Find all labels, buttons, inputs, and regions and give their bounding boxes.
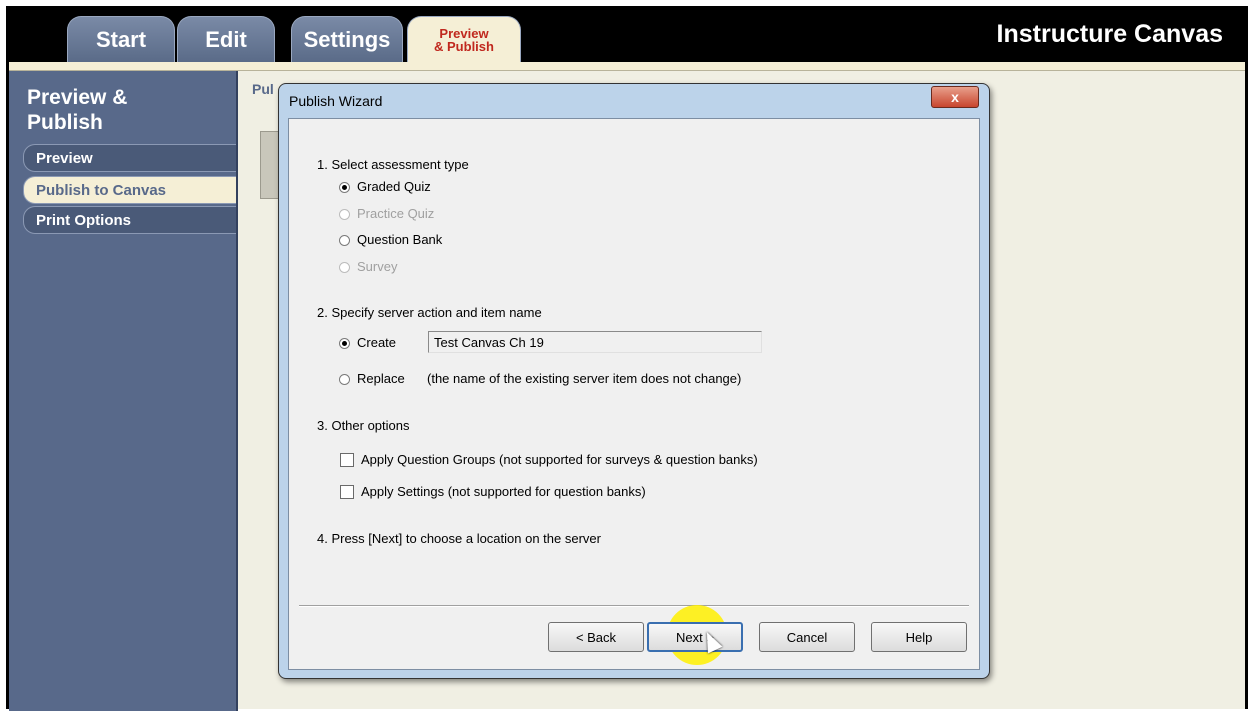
section1-heading: 1. Select assessment type: [317, 157, 469, 172]
section2-heading: 2. Specify server action and item name: [317, 305, 542, 320]
section3-heading: 3. Other options: [317, 418, 410, 433]
tab-preview-publish-line2: & Publish: [434, 38, 494, 54]
question-bank-radio[interactable]: [339, 235, 350, 246]
apply-question-groups-checkbox[interactable]: [340, 453, 354, 467]
publish-wizard-dialog: Publish Wizard x 1. Select assessment ty…: [278, 83, 990, 679]
apply-settings-label[interactable]: Apply Settings (not supported for questi…: [361, 484, 646, 499]
button-separator: [299, 605, 969, 607]
app-brand: Instructure Canvas: [996, 20, 1223, 48]
survey-label[interactable]: Survey: [357, 259, 397, 274]
tab-start[interactable]: Start: [67, 16, 175, 62]
close-button[interactable]: x: [931, 86, 979, 108]
question-bank-label[interactable]: Question Bank: [357, 232, 442, 247]
sidebar-item-preview[interactable]: Preview: [23, 144, 236, 172]
sidebar-title: Preview & Publish: [27, 85, 127, 135]
practice-quiz-radio[interactable]: [339, 209, 350, 220]
tab-edit[interactable]: Edit: [177, 16, 275, 62]
dialog-title: Publish Wizard: [289, 93, 383, 109]
create-label[interactable]: Create: [357, 335, 396, 350]
pane-heading: Pul: [252, 81, 274, 97]
cancel-button[interactable]: Cancel: [759, 622, 855, 652]
graded-quiz-label[interactable]: Graded Quiz: [357, 179, 431, 194]
practice-quiz-label[interactable]: Practice Quiz: [357, 206, 434, 221]
apply-question-groups-label[interactable]: Apply Question Groups (not supported for…: [361, 452, 758, 467]
sidebar-item-publish-to-canvas[interactable]: Publish to Canvas: [23, 176, 236, 204]
section4-text: 4. Press [Next] to choose a location on …: [317, 531, 601, 546]
back-button[interactable]: < Back: [548, 622, 644, 652]
item-name-input[interactable]: [428, 331, 762, 353]
tab-strip: [9, 62, 1245, 71]
replace-note: (the name of the existing server item do…: [427, 371, 742, 386]
tab-preview-publish[interactable]: Preview & Publish: [407, 16, 521, 62]
sidebar-title-line1: Preview &: [27, 86, 128, 109]
replace-label[interactable]: Replace: [357, 371, 405, 386]
top-bar: Start Edit Settings Preview & Publish In…: [9, 6, 1245, 62]
survey-radio[interactable]: [339, 262, 350, 273]
sidebar-title-line2: Publish: [27, 111, 103, 134]
apply-settings-checkbox[interactable]: [340, 485, 354, 499]
graded-quiz-radio[interactable]: [339, 182, 350, 193]
dialog-body: 1. Select assessment type Graded Quiz Pr…: [288, 118, 980, 670]
sidebar-item-print-options[interactable]: Print Options: [23, 206, 236, 234]
help-button[interactable]: Help: [871, 622, 967, 652]
create-radio[interactable]: [339, 338, 350, 349]
tab-preview-publish-line1: Preview: [439, 25, 489, 41]
sidebar: Preview & Publish Preview Publish to Can…: [9, 71, 238, 711]
replace-radio[interactable]: [339, 374, 350, 385]
next-button[interactable]: Next >: [647, 622, 743, 652]
tab-settings[interactable]: Settings: [291, 16, 403, 62]
